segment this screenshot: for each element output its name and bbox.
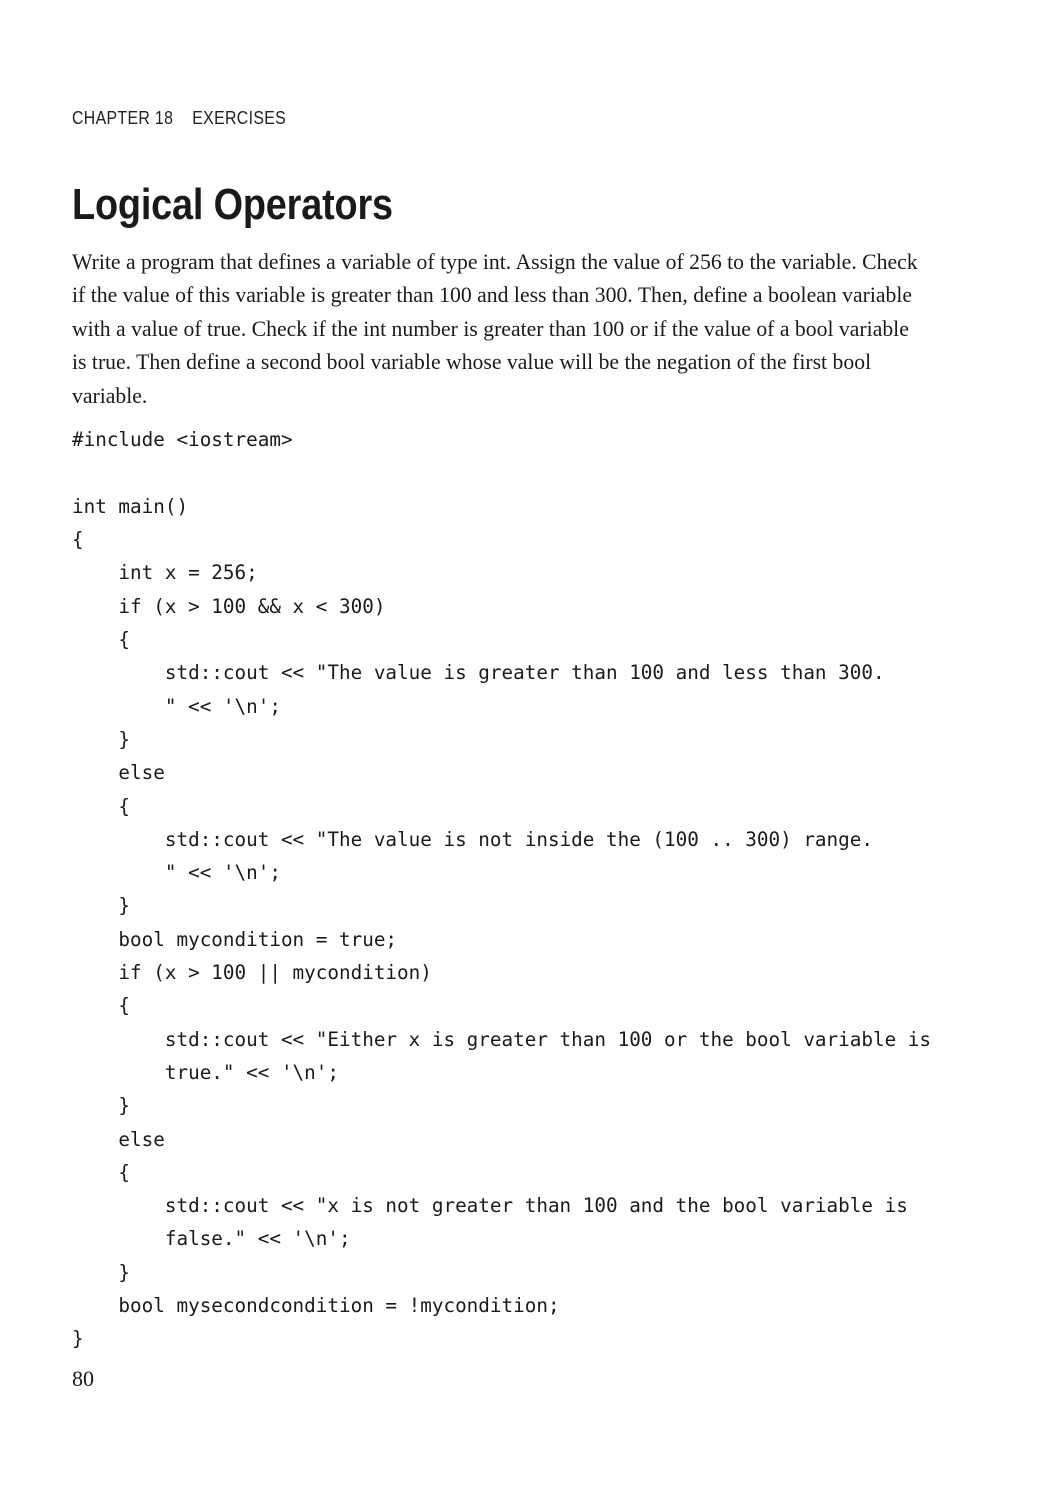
code-line: } [72,1094,131,1118]
page-title: Logical Operators [72,180,393,230]
code-line: else [72,761,165,785]
code-line: { [72,994,131,1018]
code-line: bool mysecondcondition = !mycondition; [72,1294,560,1318]
code-line: { [72,794,131,818]
code-line: } [72,894,131,918]
code-line: " << '\n'; [72,861,281,885]
code-line: #include <iostream> [72,428,293,452]
code-listing: #include <iostream> int main() { int x = … [72,423,972,1355]
chapter-running-head: CHAPTER 18 EXERCISES [72,108,287,128]
code-line: bool mycondition = true; [72,927,398,951]
code-line: std::cout << "Either x is greater than 1… [72,1027,932,1051]
code-line: { [72,628,131,652]
code-line: { [72,1160,131,1184]
code-line: int x = 256; [72,561,258,585]
code-line: std::cout << "The value is not inside th… [72,827,873,851]
code-line: if (x > 100 && x < 300) [72,594,386,618]
code-line: std::cout << "x is not greater than 100 … [72,1194,908,1218]
code-line: int main() [72,494,189,518]
code-line: if (x > 100 || mycondition) [72,961,432,985]
document-page: CHAPTER 18 EXERCISES Logical Operators W… [0,0,1050,1500]
code-line: else [72,1127,165,1151]
code-line: false." << '\n'; [72,1227,351,1251]
page-number: 80 [72,1366,94,1391]
exercise-description-paragraph: Write a program that defines a variable … [72,248,918,408]
code-line: } [72,1327,84,1351]
code-line: } [72,1260,131,1284]
code-line: " << '\n'; [72,694,281,718]
code-line: } [72,727,131,751]
code-line: { [72,528,84,552]
code-line: std::cout << "The value is greater than … [72,661,885,685]
code-line: true." << '\n'; [72,1060,339,1084]
